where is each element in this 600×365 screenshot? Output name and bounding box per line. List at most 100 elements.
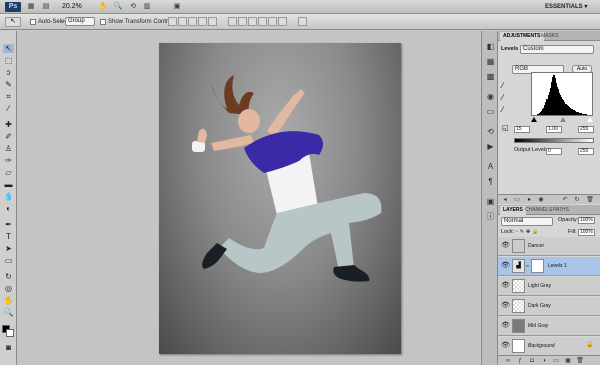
- tab-adjustments[interactable]: ADJUSTMENTS: [500, 32, 544, 41]
- visibility-eye-icon[interactable]: 👁: [501, 342, 510, 349]
- layer-row-background[interactable]: 👁 Background 🔒: [498, 337, 600, 356]
- output-white-field[interactable]: 255: [578, 148, 594, 155]
- black-point-eyedropper-icon[interactable]: ⁄: [502, 81, 511, 90]
- move-tool-icon[interactable]: ↖: [3, 44, 14, 53]
- new-layer-icon[interactable]: ▣: [564, 357, 572, 365]
- output-black-field[interactable]: 0: [546, 148, 562, 155]
- show-transform-checkbox[interactable]: [100, 19, 106, 25]
- levels-histogram[interactable]: [531, 72, 593, 116]
- 3d-rotate-tool-icon[interactable]: ↻: [3, 272, 14, 281]
- brush-tool-icon[interactable]: ✐: [3, 132, 14, 141]
- history-panel-icon[interactable]: ⟲: [485, 126, 496, 137]
- hand-tool-icon[interactable]: ✋: [3, 296, 14, 305]
- info-panel-icon[interactable]: ⓘ: [485, 211, 496, 222]
- adjustments-panel-icon[interactable]: ◉: [485, 91, 496, 102]
- crop-tool-icon[interactable]: ⌗: [3, 92, 14, 101]
- layer-row-dancer[interactable]: 👁 Dancer: [498, 237, 600, 256]
- character-panel-icon[interactable]: A: [485, 161, 496, 172]
- toggle-visibility-icon[interactable]: ◉: [537, 196, 545, 204]
- auto-select-dropdown[interactable]: Group: [65, 17, 95, 26]
- visibility-eye-icon[interactable]: 👁: [501, 322, 510, 329]
- layer-row-levels-1[interactable]: 👁 ▟ ∞ Levels 1: [498, 257, 600, 276]
- gray-point-eyedropper-icon[interactable]: ⁄: [502, 93, 511, 102]
- navigator-panel-icon[interactable]: ▣: [485, 196, 496, 207]
- workspace-switcher[interactable]: ESSENTIALS ▾: [545, 2, 595, 12]
- screen-mode-icon[interactable]: ▣: [170, 2, 184, 12]
- layer-row-dark-gray[interactable]: 👁 Dark Gray: [498, 297, 600, 316]
- zoom-tool-icon[interactable]: 🔍: [3, 308, 14, 317]
- zoom-level[interactable]: 20.2%: [62, 2, 92, 12]
- opacity-field[interactable]: 100%: [578, 217, 595, 224]
- clip-to-layer-icon[interactable]: ●: [525, 196, 533, 204]
- gamma-handle[interactable]: [560, 117, 566, 122]
- marquee-tool-icon[interactable]: ⬚: [3, 56, 14, 65]
- auto-select-checkbox[interactable]: [30, 19, 36, 25]
- layer-style-icon[interactable]: ƒ: [516, 357, 524, 365]
- clone-stamp-tool-icon[interactable]: ♙: [3, 144, 14, 153]
- add-mask-icon[interactable]: ◘: [528, 357, 536, 365]
- input-gamma-field[interactable]: 1.00: [546, 126, 562, 133]
- visibility-eye-icon[interactable]: 👁: [501, 262, 510, 269]
- white-point-eyedropper-icon[interactable]: ⁄: [502, 105, 511, 114]
- align-vcenter-icon[interactable]: [178, 17, 187, 26]
- preset-dropdown[interactable]: Custom: [520, 45, 594, 54]
- black-point-handle[interactable]: [531, 117, 537, 122]
- tab-masks[interactable]: MASKS: [538, 32, 562, 41]
- lasso-tool-icon[interactable]: ↄ: [3, 68, 14, 77]
- align-left-icon[interactable]: [198, 17, 207, 26]
- path-selection-tool-icon[interactable]: ➤: [3, 244, 14, 253]
- distribute-vcenter-icon[interactable]: [238, 17, 247, 26]
- pen-tool-icon[interactable]: ✒: [3, 220, 14, 229]
- styles-panel-icon[interactable]: ▩: [485, 71, 496, 82]
- 3d-orbit-tool-icon[interactable]: ◎: [3, 284, 14, 293]
- clipping-icon[interactable]: ◱: [502, 124, 511, 133]
- arrange-documents-icon[interactable]: ▥: [142, 2, 152, 12]
- distribute-hcenter-icon[interactable]: [268, 17, 277, 26]
- history-brush-tool-icon[interactable]: ✑: [3, 156, 14, 165]
- new-adjustment-layer-icon[interactable]: ◑: [540, 357, 548, 365]
- delete-layer-icon[interactable]: 🗑: [576, 357, 584, 365]
- visibility-eye-icon[interactable]: 👁: [501, 242, 510, 249]
- layer-row-mid-gray[interactable]: 👁 Mid Gray: [498, 317, 600, 336]
- hand-tool-icon[interactable]: ✋: [98, 2, 108, 12]
- distribute-bottom-icon[interactable]: [248, 17, 257, 26]
- layer-row-light-gray[interactable]: 👁 Light Gray: [498, 277, 600, 296]
- reset-icon[interactable]: ↻: [573, 196, 581, 204]
- visibility-eye-icon[interactable]: 👁: [501, 282, 510, 289]
- eraser-tool-icon[interactable]: ▱: [3, 168, 14, 177]
- input-levels-slider[interactable]: [531, 117, 593, 123]
- lock-icons[interactable]: ▫✎✥🔒: [516, 229, 556, 236]
- align-bottom-icon[interactable]: [188, 17, 197, 26]
- view-extras-icon[interactable]: ▤: [41, 2, 51, 12]
- move-tool-preset-icon[interactable]: ↖: [5, 17, 21, 27]
- zoom-tool-icon[interactable]: 🔍: [113, 2, 123, 12]
- paragraph-panel-icon[interactable]: ¶: [485, 176, 496, 187]
- link-layers-icon[interactable]: ∞: [504, 357, 512, 365]
- return-to-list-icon[interactable]: ◂: [501, 196, 509, 204]
- input-white-field[interactable]: 255: [578, 126, 594, 133]
- white-point-handle[interactable]: [587, 117, 593, 122]
- color-panel-icon[interactable]: ◧: [485, 41, 496, 52]
- blur-tool-icon[interactable]: 💧: [3, 192, 14, 201]
- quick-selection-tool-icon[interactable]: ✎: [3, 80, 14, 89]
- distribute-top-icon[interactable]: [228, 17, 237, 26]
- delete-adjustment-icon[interactable]: 🗑: [586, 196, 594, 204]
- layer-mask-thumbnail[interactable]: [531, 259, 544, 273]
- quick-mask-icon[interactable]: ◙: [3, 343, 14, 352]
- visibility-eye-icon[interactable]: 👁: [501, 302, 510, 309]
- align-top-icon[interactable]: [168, 17, 177, 26]
- actions-panel-icon[interactable]: ▶: [485, 141, 496, 152]
- shape-tool-icon[interactable]: ▭: [3, 256, 14, 265]
- auto-align-icon[interactable]: [298, 17, 307, 26]
- bridge-icon[interactable]: ▦: [26, 2, 36, 12]
- distribute-left-icon[interactable]: [258, 17, 267, 26]
- distribute-right-icon[interactable]: [278, 17, 287, 26]
- document-canvas[interactable]: [159, 43, 401, 354]
- swatches-panel-icon[interactable]: ▦: [485, 56, 496, 67]
- output-gradient-slider[interactable]: [514, 138, 594, 143]
- input-black-field[interactable]: 15: [514, 126, 530, 133]
- healing-brush-tool-icon[interactable]: ✚: [3, 120, 14, 129]
- expanded-view-icon[interactable]: ▭: [513, 196, 521, 204]
- eyedropper-tool-icon[interactable]: ⁄: [3, 104, 14, 113]
- dodge-tool-icon[interactable]: ◐: [3, 204, 14, 213]
